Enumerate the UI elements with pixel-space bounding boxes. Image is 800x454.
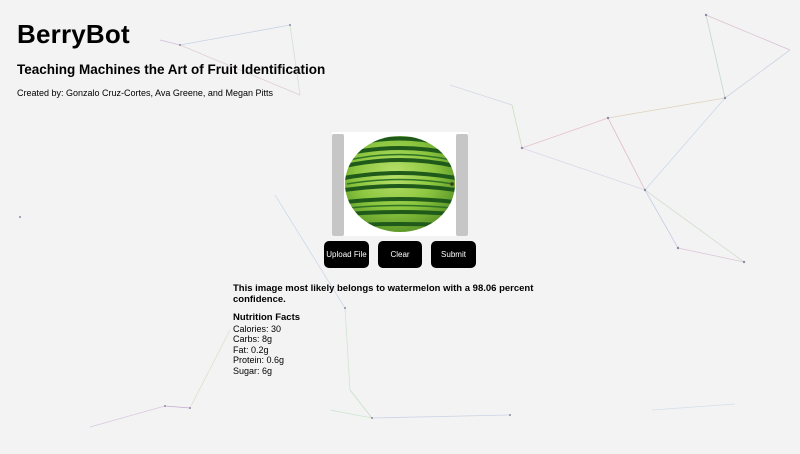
nutrition-item-carbs: Carbs: 8g	[233, 334, 273, 345]
app-title: BerryBot	[17, 19, 130, 49]
watermelon-image	[345, 136, 455, 232]
nutrition-item-fat: Fat: 0.2g	[233, 344, 269, 355]
nutrition-facts: Nutrition Facts Calories: 30 Carbs: 8g F…	[233, 312, 301, 377]
prediction-result: This image most likely belongs to waterm…	[233, 283, 534, 305]
preview-right-bar	[456, 134, 468, 236]
credits-text: Created by: Gonzalo Cruz-Cortes, Ava Gre…	[17, 88, 273, 98]
nutrition-item-protein: Protein: 0.6g	[233, 355, 285, 366]
nutrition-item-sugar: Sugar: 6g	[233, 365, 273, 376]
submit-button[interactable]: Submit	[431, 241, 476, 268]
nutrition-title: Nutrition Facts	[233, 312, 301, 323]
image-preview	[332, 132, 468, 236]
clear-button[interactable]: Clear	[378, 241, 422, 268]
preview-left-bar	[332, 134, 344, 236]
nutrition-item-calories: Calories: 30	[233, 323, 282, 334]
upload-file-button[interactable]: Upload File	[324, 241, 369, 268]
app-subtitle: Teaching Machines the Art of Fruit Ident…	[17, 62, 326, 77]
